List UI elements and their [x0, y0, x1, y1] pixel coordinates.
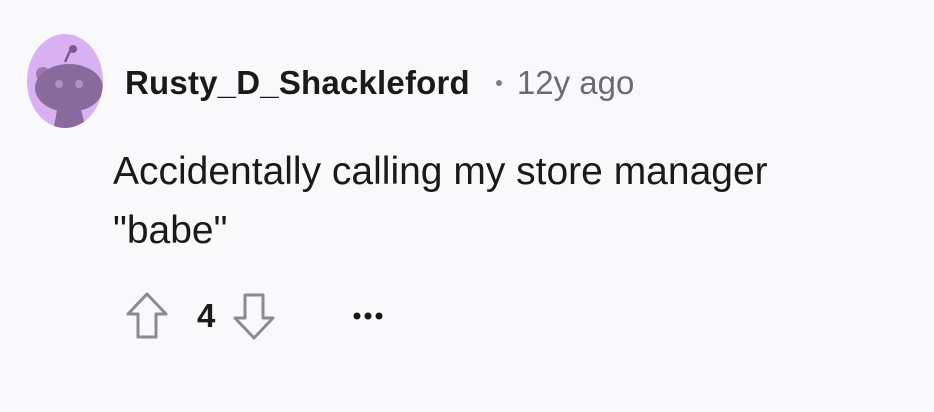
more-options-icon	[353, 312, 383, 320]
avatar[interactable]	[27, 34, 103, 128]
vote-score: 4	[197, 297, 216, 334]
downvote-button[interactable]	[232, 290, 276, 342]
comment: Rusty_D_Shackleford 12y ago Accidentally…	[0, 0, 934, 412]
timestamp[interactable]: 12y ago	[517, 64, 634, 102]
downvote-arrow-icon	[233, 293, 275, 340]
snoo-avatar-icon	[35, 45, 103, 128]
separator-dot	[495, 80, 502, 86]
upvote-arrow-icon	[126, 292, 168, 339]
comment-body-line: "babe"	[113, 209, 228, 252]
username-link[interactable]: Rusty_D_Shackleford	[125, 64, 470, 102]
upvote-button[interactable]	[125, 290, 169, 342]
comment-body: Accidentally calling my store manager "b…	[113, 142, 893, 260]
more-options-button[interactable]	[348, 296, 388, 336]
comment-actions: 4	[125, 288, 388, 344]
comment-body-line: Accidentally calling my store manager	[113, 150, 768, 193]
comment-header: Rusty_D_Shackleford 12y ago	[125, 60, 634, 106]
